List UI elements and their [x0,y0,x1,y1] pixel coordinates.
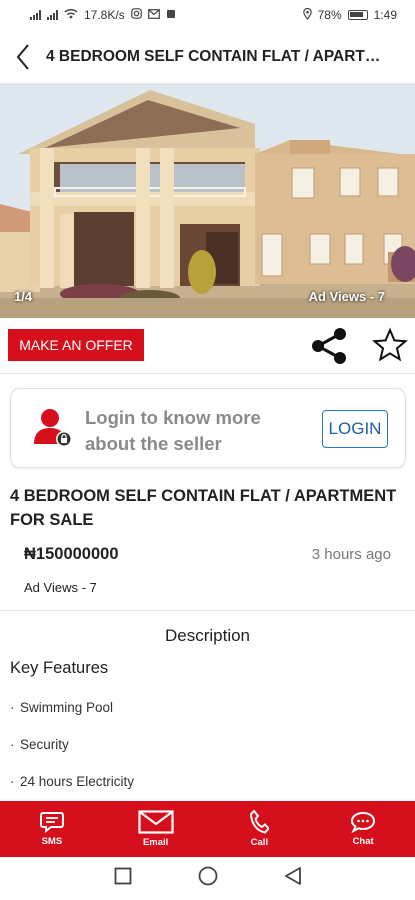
divider [0,610,415,611]
triangle-back-icon [284,867,301,885]
listing-photo[interactable]: 1/4 Ad Views - 7 [0,84,415,318]
key-features-heading: Key Features [10,659,109,677]
favorite-button[interactable] [371,327,410,365]
ad-views: Ad Views - 7 [24,580,97,595]
seller-login-card: Login to know more about the seller LOGI… [10,388,406,468]
sms-icon [39,812,64,833]
star-icon [371,327,409,362]
chat-label: Chat [352,836,374,847]
listing-title: 4 BEDROOM SELF CONTAIN FLAT / APARTMENT … [10,487,397,529]
notification-icon [166,8,176,22]
description-heading: Description [164,626,251,645]
instagram-icon [130,8,142,22]
seller-avatar-icon [31,406,75,450]
network-speed: 17.8K/s [84,8,125,22]
email-label: Email [142,837,169,848]
gmail-icon [147,8,160,22]
wifi-icon [64,8,78,22]
list-item: · Security [10,737,69,752]
status-bar: 17.8K/s 78% 1:49 [0,0,415,30]
signal-icon-2 [47,10,58,20]
feature-label: Security [20,737,69,752]
page-title: 4 BEDROOM SELF CONTAIN FLAT / APARTMENT … [46,47,386,65]
email-button[interactable]: Email [116,801,196,857]
location-icon [302,7,312,23]
list-item: · Swimming Pool [10,700,114,715]
contact-bar: SMS Email Call Chat [0,801,415,857]
square-icon [114,867,131,885]
battery-percent: 78% [317,8,342,22]
clock: 1:49 [373,8,397,22]
share-button[interactable] [308,326,350,366]
signal-icon [30,10,41,20]
photo-overlay-views: Ad Views - 7 [308,289,385,304]
sms-label: SMS [41,836,63,847]
email-icon [138,810,174,834]
feature-label: Swimming Pool [20,700,114,715]
listing-actions: MAKE AN OFFER [0,318,415,374]
photo-counter: 1/4 [14,289,33,304]
call-button[interactable]: Call [219,801,299,857]
key-features-list: · Swimming Pool · Security · 24 hours Elect… [10,700,134,811]
posted-time: 3 hours ago [311,546,391,563]
phone-icon [250,810,270,834]
back-nav-button[interactable] [284,866,302,891]
login-button[interactable]: LOGIN [322,410,388,448]
system-nav-bar [0,857,415,900]
listing-price: ₦150000000 [24,545,119,563]
login-prompt: Login to know more about the seller [85,407,261,454]
sms-button[interactable]: SMS [12,801,92,857]
recents-button[interactable] [114,867,132,890]
battery-icon [347,10,368,20]
circle-icon [198,866,217,886]
chevron-left-icon [16,43,29,70]
back-button[interactable] [0,30,46,84]
make-offer-button[interactable]: MAKE AN OFFER [8,329,144,361]
call-label: Call [250,837,269,848]
chat-button[interactable]: Chat [323,801,403,857]
share-icon [312,328,346,364]
home-button[interactable] [198,866,218,891]
feature-label: 24 hours Electricity [20,774,135,789]
app-bar: 4 BEDROOM SELF CONTAIN FLAT / APARTMENT … [0,30,415,84]
chat-icon [351,811,376,833]
house-photo [0,84,415,318]
